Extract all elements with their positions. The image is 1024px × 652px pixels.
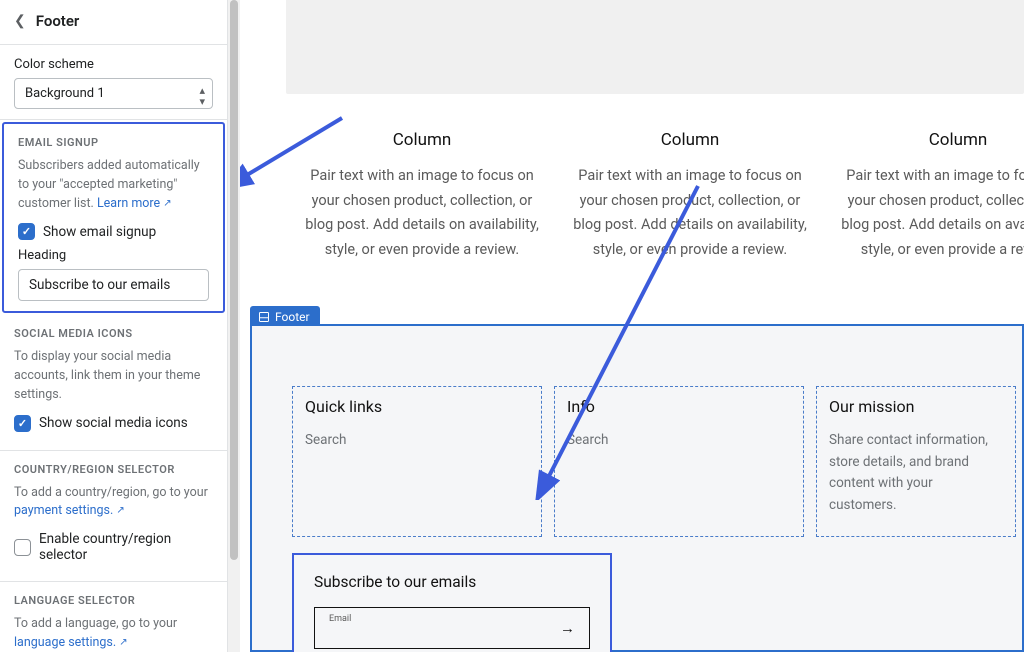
back-chevron-icon[interactable]: ❮ [14,13,26,29]
preview-placeholder-block [286,0,1024,94]
external-link-icon: ↗ [116,503,124,518]
sidebar-scrollbar-track [228,0,240,652]
show-email-signup-label: Show email signup [43,224,156,240]
sidebar-scrollbar-thumb[interactable] [230,0,238,560]
language-settings-link[interactable]: language settings. ↗ [14,635,128,650]
footer-blocks-row: Quick links Search Info Search Our missi… [292,386,982,537]
theme-preview: Column Pair text with an image to focus … [240,0,1024,652]
country-selector-desc: To add a country/region, go to your paym… [14,484,213,522]
footer-block-quick-links[interactable]: Quick links Search [292,386,542,537]
heading-field-label: Heading [18,248,209,263]
external-link-icon: ↗ [119,635,127,650]
external-link-icon: ↗ [163,196,171,211]
column-text: Pair text with an image to focus on your… [840,164,1024,263]
social-icons-heading: SOCIAL MEDIA ICONS [14,327,213,340]
country-desc-text: To add a country/region, go to your [14,485,208,500]
sidebar-header: ❮ Footer [0,0,227,45]
show-email-signup-row: ✓ Show email signup [18,223,209,240]
country-selector-section: COUNTRY/REGION SELECTOR To add a country… [0,451,227,583]
subscribe-box-highlight: Subscribe to our emails Email → [292,553,612,652]
info-title: Info [567,397,791,416]
column-text: Pair text with an image to focus on your… [572,164,808,263]
payment-settings-link[interactable]: payment settings. ↗ [14,503,125,518]
column-2[interactable]: Column Pair text with an image to focus … [562,130,818,263]
section-icon [258,311,270,323]
show-social-icons-checkbox[interactable]: ✓ [14,415,31,432]
social-icons-section: SOCIAL MEDIA ICONS To display your socia… [0,315,227,450]
mission-text: Share contact information, store details… [829,430,1003,516]
show-social-icons-label: Show social media icons [39,415,188,431]
sidebar-title: Footer [36,12,80,30]
show-email-signup-checkbox[interactable]: ✓ [18,223,35,240]
email-signup-desc: Subscribers added automatically to your … [18,157,209,213]
submit-arrow-icon[interactable]: → [560,619,575,637]
enable-country-label: Enable country/region selector [39,531,213,563]
heading-text-input[interactable] [18,269,209,301]
social-icons-desc: To display your social media accounts, l… [14,348,213,404]
language-selector-heading: LANGUAGE SELECTOR [14,594,213,607]
email-signup-highlight: EMAIL SIGNUP Subscribers added automatic… [2,122,225,313]
language-selector-section: LANGUAGE SELECTOR To add a language, go … [0,582,227,652]
column-1[interactable]: Column Pair text with an image to focus … [294,130,550,263]
color-scheme-select[interactable]: Background 1 [14,78,213,109]
email-signup-section: EMAIL SIGNUP Subscribers added automatic… [4,124,223,311]
settings-sidebar: ❮ Footer Color scheme Background 1 ▴▾ EM… [0,0,228,652]
country-selector-heading: COUNTRY/REGION SELECTOR [14,463,213,476]
language-desc-text: To add a language, go to your [14,616,177,631]
column-title: Column [840,130,1024,150]
quick-links-title: Quick links [305,397,529,416]
quick-links-item: Search [305,430,529,452]
footer-section-preview[interactable]: Quick links Search Info Search Our missi… [250,324,1024,652]
multi-column-section: Column Pair text with an image to focus … [294,130,1024,263]
column-text: Pair text with an image to focus on your… [304,164,540,263]
mission-title: Our mission [829,397,1003,416]
info-item: Search [567,430,791,452]
column-3[interactable]: Column Pair text with an image to focus … [830,130,1024,263]
color-scheme-label: Color scheme [14,57,213,72]
show-social-icons-row: ✓ Show social media icons [14,415,213,432]
subscribe-title: Subscribe to our emails [314,573,590,591]
enable-country-checkbox[interactable] [14,539,31,556]
footer-block-info[interactable]: Info Search [554,386,804,537]
color-scheme-section: Color scheme Background 1 ▴▾ [0,45,227,120]
email-signup-input[interactable]: Email → [314,607,590,649]
footer-tag-label: Footer [275,310,310,324]
learn-more-link[interactable]: Learn more ↗ [97,196,172,211]
language-selector-desc: To add a language, go to your language s… [14,615,213,652]
column-title: Column [572,130,808,150]
enable-country-row: Enable country/region selector [14,531,213,563]
color-scheme-select-wrap: Background 1 ▴▾ [14,78,213,109]
column-title: Column [304,130,540,150]
footer-block-mission[interactable]: Our mission Share contact information, s… [816,386,1016,537]
email-signup-heading: EMAIL SIGNUP [18,136,209,149]
email-placeholder: Email [329,614,351,624]
